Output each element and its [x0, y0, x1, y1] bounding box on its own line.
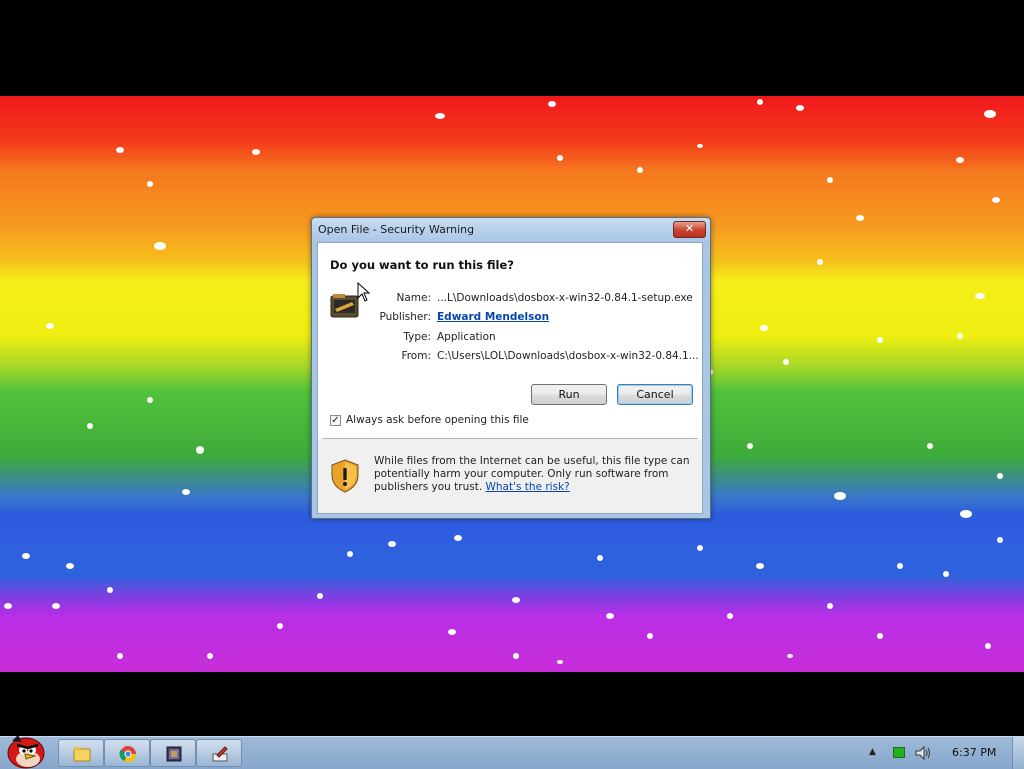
power-icon[interactable] [893, 747, 905, 758]
taskbar-app-button[interactable] [150, 739, 196, 767]
whats-the-risk-link[interactable]: What's the risk? [486, 481, 570, 493]
warning-info-pane: While files from the Internet can be use… [318, 439, 702, 513]
show-hidden-icons-icon[interactable]: ▲ [869, 747, 879, 757]
dialog-content: Do you want to run this file? Name: ...L… [317, 242, 703, 514]
taskbar-clock[interactable]: 6:37 PM [952, 746, 996, 759]
always-ask-label[interactable]: Always ask before opening this file [346, 414, 529, 426]
app-icon [166, 746, 182, 762]
from-label: From: [401, 350, 431, 362]
name-value: ...L\Downloads\dosbox-x-win32-0.84.1-set… [437, 292, 693, 304]
taskbar-paint-button[interactable] [196, 739, 242, 767]
publisher-label: Publisher: [379, 311, 431, 323]
taskbar: ▲ 6:37 PM [0, 735, 1024, 769]
publisher-link[interactable]: Edward Mendelson [437, 311, 549, 323]
dialog-title: Open File - Security Warning [318, 223, 475, 236]
checkmark-icon: ✓ [331, 415, 340, 426]
type-label: Type: [403, 331, 431, 343]
taskbar-chrome-button[interactable] [104, 739, 150, 767]
show-desktop-button[interactable] [1012, 737, 1024, 769]
taskbar-explorer-button[interactable] [58, 739, 104, 767]
dialog-question: Do you want to run this file? [330, 258, 514, 272]
from-value: C:\Users\LOL\Downloads\dosbox-x-win32-0.… [437, 350, 699, 362]
volume-icon[interactable] [914, 745, 932, 761]
type-value: Application [437, 331, 496, 343]
mouse-cursor-icon [357, 282, 371, 302]
always-ask-checkbox[interactable]: ✓ [330, 415, 341, 426]
cancel-button[interactable]: Cancel [617, 384, 693, 405]
folder-icon [73, 747, 91, 762]
close-icon: ✕ [684, 222, 695, 235]
angry-bird-start-icon[interactable] [2, 731, 50, 769]
warning-text: While files from the Internet can be use… [374, 455, 692, 494]
close-button[interactable]: ✕ [673, 221, 706, 238]
application-file-icon [330, 294, 359, 318]
security-warning-dialog: Open File - Security Warning ✕ Do you wa… [311, 217, 711, 519]
chrome-icon [119, 746, 137, 763]
dialog-titlebar[interactable]: Open File - Security Warning ✕ [312, 218, 710, 242]
shield-warning-icon [331, 459, 359, 493]
paint-icon [212, 746, 228, 762]
run-button[interactable]: Run [531, 384, 607, 405]
